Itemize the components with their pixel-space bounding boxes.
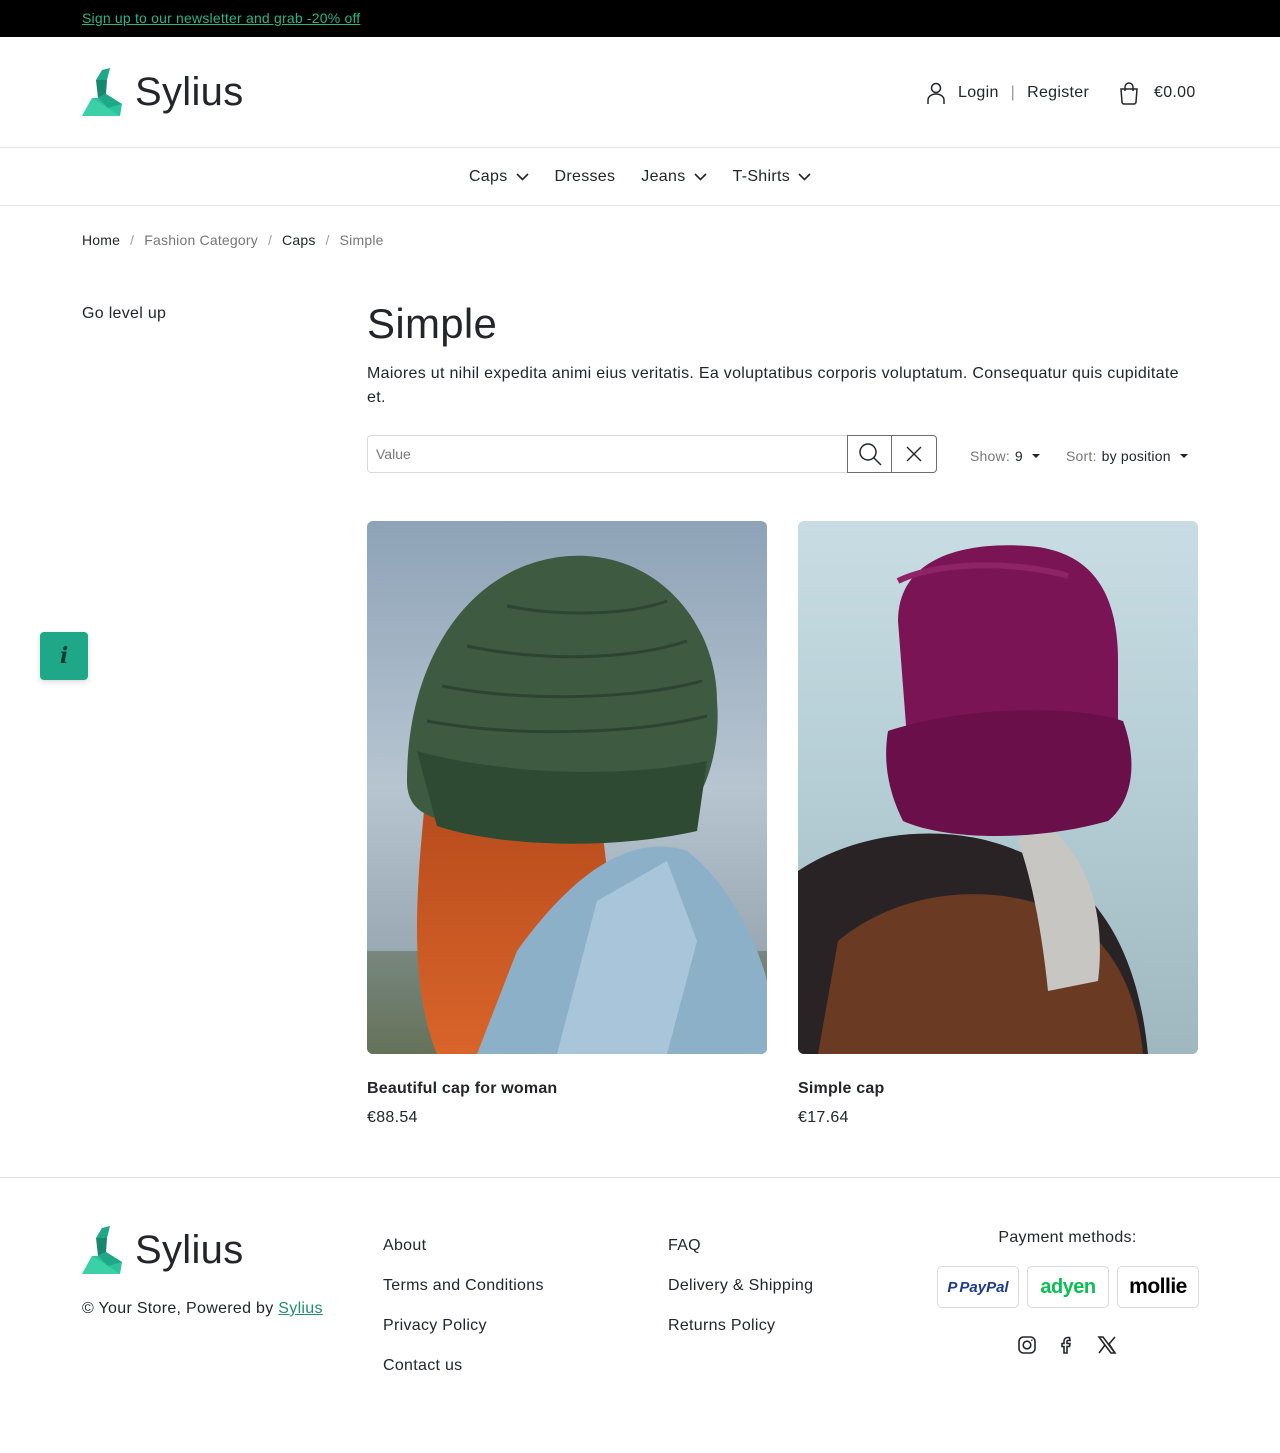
sort-label: Sort:	[1066, 448, 1097, 464]
chevron-down-icon	[515, 173, 529, 181]
paypal-label: PayPal	[959, 1278, 1009, 1296]
paypal-logo: P PayPal	[937, 1266, 1019, 1308]
breadcrumb-separator: /	[325, 232, 330, 248]
copyright: © Your Store, Powered by Sylius	[82, 1300, 323, 1318]
site-header: Sylius Login | Register €0.00	[0, 37, 1280, 148]
green-knit-beanie-photo	[367, 521, 767, 1054]
show-label: Show:	[970, 448, 1010, 464]
footer-links-col1: About Terms and Conditions Privacy Polic…	[383, 1237, 544, 1397]
nav-item-label: Caps	[468, 168, 508, 185]
nav-item-label: Dresses	[554, 168, 616, 185]
footer-link-returns[interactable]: Returns Policy	[668, 1317, 813, 1357]
nav-item-jeans[interactable]: Jeans	[628, 168, 719, 186]
purple-beanie-photo	[798, 521, 1198, 1054]
chevron-down-icon	[693, 173, 707, 181]
adyen-logo: adyen	[1027, 1266, 1109, 1308]
copyright-text: © Your Store, Powered by	[82, 1300, 279, 1317]
chevron-down-icon	[798, 173, 811, 181]
info-button[interactable]: i	[40, 632, 88, 680]
sylius-logo-icon	[82, 68, 122, 116]
product-name[interactable]: Beautiful cap for woman	[367, 1080, 767, 1098]
clear-search-button[interactable]	[892, 435, 937, 473]
facebook-link[interactable]	[1057, 1335, 1077, 1355]
show-per-page-dropdown[interactable]: Show: 9	[970, 448, 1040, 464]
product-image-purple-beanie[interactable]	[798, 521, 1198, 1054]
nav-item-label: T-Shirts	[732, 168, 791, 185]
footer-links-col2: FAQ Delivery & Shipping Returns Policy	[668, 1237, 813, 1357]
product-card[interactable]: Beautiful cap for woman €88.54	[367, 521, 767, 1127]
breadcrumb-separator: /	[267, 232, 273, 248]
brand-name: Sylius	[135, 1227, 244, 1272]
main-navigation: Caps Dresses Jeans T-Shirts	[0, 149, 1280, 206]
breadcrumb-caps[interactable]: Caps	[282, 232, 315, 248]
footer-link-delivery[interactable]: Delivery & Shipping	[668, 1277, 813, 1317]
nav-item-label: Jeans	[641, 168, 686, 185]
newsletter-bar: Sign up to our newsletter and grab -20% …	[0, 0, 1280, 37]
site-footer: Sylius © Your Store, Powered by Sylius A…	[0, 1177, 1280, 1453]
search-input[interactable]	[367, 435, 847, 473]
login-link[interactable]: Login	[958, 84, 999, 102]
product-price: €88.54	[367, 1109, 418, 1126]
product-price: €17.64	[798, 1109, 849, 1126]
mollie-label: mollie	[1129, 1275, 1187, 1298]
search-form	[367, 435, 937, 473]
footer-logo[interactable]: Sylius	[82, 1226, 244, 1274]
nav-item-tshirts[interactable]: T-Shirts	[720, 168, 825, 186]
shopping-bag-icon	[1120, 82, 1138, 105]
breadcrumb-current: Simple	[339, 232, 384, 248]
cart-total: €0.00	[1154, 84, 1196, 101]
breadcrumb-fashion-category: Fashion Category	[144, 232, 258, 248]
product-image-green-beanie[interactable]	[367, 521, 767, 1054]
breadcrumb-home[interactable]: Home	[82, 232, 120, 248]
page-title: Simple	[367, 300, 498, 347]
breadcrumb-separator: /	[130, 232, 135, 248]
footer-link-contact[interactable]: Contact us	[383, 1357, 544, 1397]
caret-down-icon	[1031, 454, 1040, 458]
show-value: 9	[1014, 448, 1023, 464]
caret-down-icon	[1179, 454, 1188, 458]
instagram-icon	[1017, 1335, 1037, 1355]
product-name[interactable]: Simple cap	[798, 1080, 1198, 1098]
go-level-up-link[interactable]: Go level up	[82, 305, 166, 323]
x-icon	[1097, 1335, 1117, 1355]
adyen-label: adyen	[1040, 1275, 1096, 1298]
cart-button[interactable]: €0.00	[1118, 81, 1196, 105]
sort-value: by position	[1101, 448, 1171, 464]
payment-methods-title: Payment methods:	[998, 1229, 1137, 1246]
x-link[interactable]	[1097, 1335, 1117, 1355]
mollie-logo: mollie	[1117, 1266, 1199, 1308]
newsletter-link[interactable]: Sign up to our newsletter and grab -20% …	[82, 10, 360, 26]
footer-link-faq[interactable]: FAQ	[668, 1237, 813, 1277]
product-card[interactable]: Simple cap €17.64	[798, 521, 1198, 1127]
sylius-logo-icon	[82, 1226, 122, 1274]
nav-item-caps[interactable]: Caps	[456, 168, 542, 186]
paypal-icon: P	[947, 1278, 958, 1296]
search-icon	[858, 443, 882, 466]
footer-link-terms[interactable]: Terms and Conditions	[383, 1277, 544, 1317]
social-links	[1017, 1335, 1117, 1355]
nav-item-dresses[interactable]: Dresses	[542, 168, 629, 186]
instagram-link[interactable]	[1017, 1335, 1037, 1355]
taxon-description: Maiores ut nihil expedita animi eius ver…	[367, 365, 1179, 406]
header-logo[interactable]: Sylius	[82, 68, 244, 116]
register-link[interactable]: Register	[1027, 84, 1089, 102]
facebook-icon	[1057, 1335, 1077, 1355]
account-links: Login | Register	[926, 81, 1089, 105]
brand-name: Sylius	[135, 69, 244, 114]
sort-dropdown[interactable]: Sort: by position	[1066, 448, 1188, 464]
breadcrumb: Home / Fashion Category / Caps / Simple	[82, 232, 384, 248]
payment-methods: P PayPal adyen mollie	[937, 1266, 1199, 1308]
info-icon: i	[59, 643, 69, 669]
sylius-link[interactable]: Sylius	[278, 1300, 322, 1317]
user-icon	[927, 82, 945, 104]
close-icon	[906, 446, 922, 462]
footer-link-privacy[interactable]: Privacy Policy	[383, 1317, 544, 1357]
search-button[interactable]	[847, 435, 892, 473]
footer-link-about[interactable]: About	[383, 1237, 544, 1277]
account-separator: |	[1010, 84, 1016, 101]
